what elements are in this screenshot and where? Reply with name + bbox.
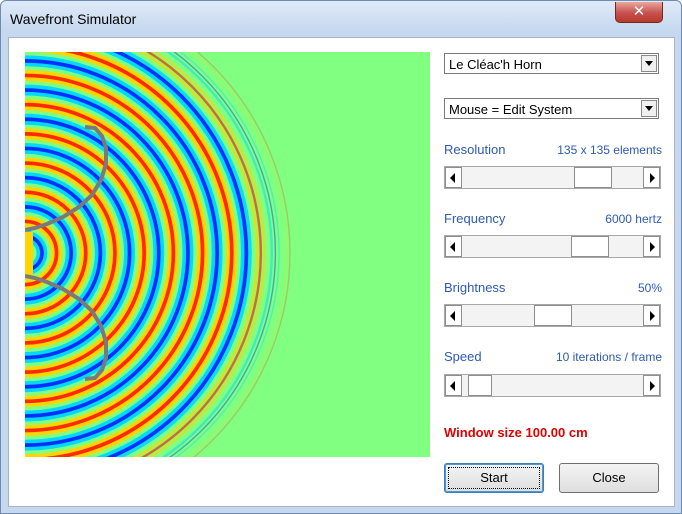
start-button[interactable]: Start	[444, 463, 544, 493]
window-title: Wavefront Simulator	[10, 11, 137, 27]
system-preset-value: Le Cléac'h Horn	[449, 57, 542, 72]
system-preset-select[interactable]: Le Cléac'h Horn	[444, 53, 659, 74]
window-close-button[interactable]: ✕	[615, 2, 663, 23]
close-button[interactable]: Close	[559, 463, 659, 493]
dialog-client-area: Le Cléac'h Horn Mouse = Edit System Reso…	[8, 37, 675, 507]
speed-track[interactable]	[462, 375, 643, 396]
focus-ring	[448, 467, 540, 489]
chevron-down-icon[interactable]	[641, 100, 657, 117]
app-window: Wavefront Simulator ✕ Le Cléac'h Horn Mo…	[0, 0, 682, 514]
resolution-scrollbar[interactable]	[444, 166, 661, 189]
brightness-scrollbar[interactable]	[444, 304, 661, 327]
frequency-track[interactable]	[462, 236, 643, 257]
close-icon: ✕	[632, 3, 646, 20]
mouse-mode-value: Mouse = Edit System	[449, 102, 573, 117]
brightness-label: Brightness	[444, 280, 506, 295]
frequency-label: Frequency	[444, 211, 506, 226]
arrow-right-icon[interactable]	[643, 375, 660, 396]
brightness-value: 50%	[637, 281, 662, 295]
frequency-thumb[interactable]	[571, 236, 609, 257]
wave-simulation-canvas[interactable]	[25, 52, 430, 457]
resolution-label: Resolution	[444, 142, 506, 157]
mouse-mode-select[interactable]: Mouse = Edit System	[444, 98, 659, 119]
speed-scrollbar[interactable]	[444, 374, 661, 397]
resolution-track[interactable]	[462, 167, 643, 188]
arrow-left-icon[interactable]	[445, 375, 462, 396]
frequency-value: 6000 hertz	[605, 212, 662, 226]
wave-simulation-view	[25, 52, 291, 457]
speed-thumb[interactable]	[468, 375, 492, 396]
brightness-thumb[interactable]	[534, 305, 572, 326]
resolution-value: 135 x 135 elements	[557, 143, 662, 157]
arrow-right-icon[interactable]	[643, 236, 660, 257]
brightness-track[interactable]	[462, 305, 643, 326]
resolution-thumb[interactable]	[574, 167, 612, 188]
arrow-right-icon[interactable]	[643, 305, 660, 326]
arrow-left-icon[interactable]	[445, 167, 462, 188]
arrow-right-icon[interactable]	[643, 167, 660, 188]
arrow-left-icon[interactable]	[445, 236, 462, 257]
arrow-left-icon[interactable]	[445, 305, 462, 326]
title-bar[interactable]: Wavefront Simulator ✕	[1, 1, 681, 37]
close-button-label: Close	[592, 470, 626, 485]
frequency-scrollbar[interactable]	[444, 235, 661, 258]
window-size-status: Window size 100.00 cm	[444, 425, 588, 440]
speed-value: 10 iterations / frame	[555, 350, 662, 364]
source-element	[25, 232, 33, 276]
chevron-down-icon[interactable]	[641, 55, 657, 72]
speed-label: Speed	[444, 349, 482, 364]
